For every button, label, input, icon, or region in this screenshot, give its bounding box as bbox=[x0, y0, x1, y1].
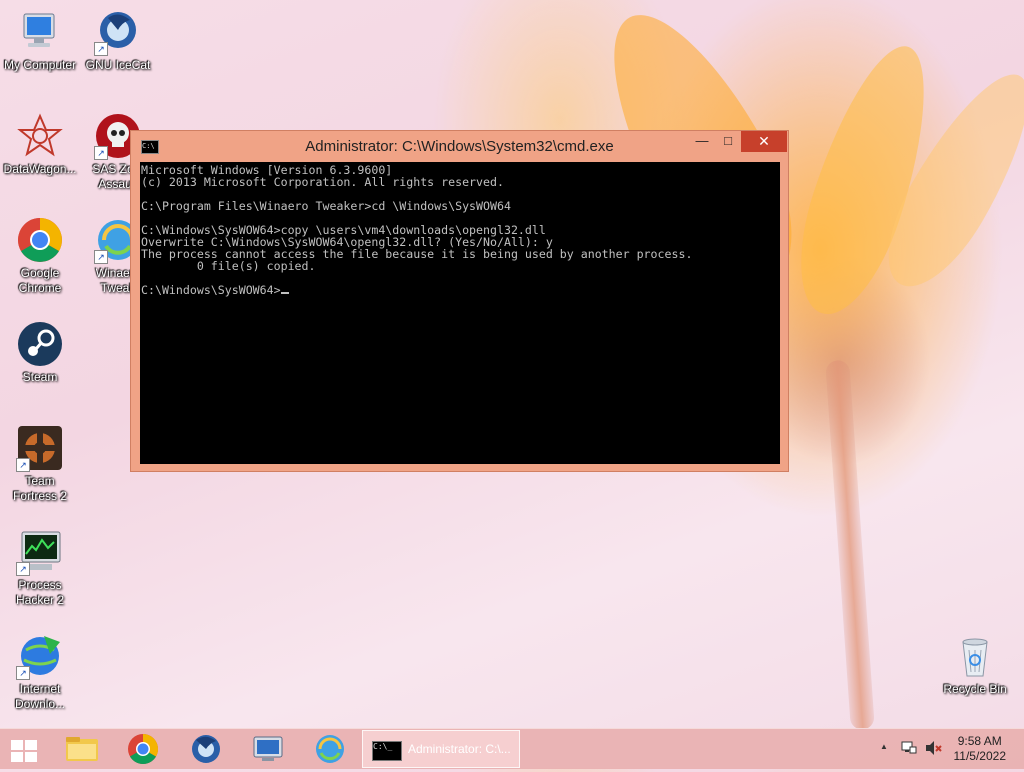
clock[interactable]: 9:58 AM 11/5/2022 bbox=[954, 734, 1007, 764]
title-bar[interactable]: C:\ Administrator: C:\Windows\System32\c… bbox=[131, 131, 788, 161]
minimize-button[interactable]: — bbox=[689, 131, 715, 152]
tf2-icon: ↗ bbox=[16, 424, 64, 472]
desktop-icon-label: Process Hacker 2 bbox=[15, 578, 65, 607]
taskbar-winaero[interactable] bbox=[302, 731, 358, 767]
console-line: C:\Program Files\Winaero Tweaker>cd \Win… bbox=[141, 199, 511, 213]
icecat-icon: ↗ bbox=[94, 8, 142, 56]
shortcut-arrow-icon: ↗ bbox=[94, 42, 108, 56]
close-button[interactable]: ✕ bbox=[741, 131, 787, 152]
taskbar-chrome[interactable] bbox=[115, 731, 171, 767]
monitor-icon bbox=[253, 736, 283, 761]
desktop-icon-label: Internet Downlo... bbox=[14, 682, 66, 711]
start-button[interactable] bbox=[0, 731, 50, 767]
system-tray: ▲ 9:58 AM 11/5/2022 bbox=[864, 729, 1024, 769]
shortcut-arrow-icon: ↗ bbox=[16, 666, 30, 680]
winaero-icon bbox=[316, 735, 344, 763]
computer-icon bbox=[16, 8, 64, 56]
datawagon-icon bbox=[16, 112, 64, 160]
recycle-bin-icon bbox=[951, 632, 999, 680]
globe-download-icon: ↗ bbox=[16, 632, 64, 680]
desktop-icon-label: GNU IceCat bbox=[85, 58, 151, 72]
cmd-icon: C:\_ bbox=[372, 741, 402, 761]
taskbar-icecat[interactable] bbox=[178, 731, 234, 767]
console-prompt-line[interactable]: C:\Windows\SysWOW64> bbox=[141, 284, 780, 296]
show-hidden-icons-button[interactable]: ▲ bbox=[880, 742, 888, 751]
desktop-icon-gnu-icecat[interactable]: ↗ GNU IceCat bbox=[78, 8, 158, 73]
cmd-window[interactable]: C:\ Administrator: C:\Windows\System32\c… bbox=[130, 130, 789, 472]
console-prompt: C:\Windows\SysWOW64> bbox=[141, 283, 281, 297]
taskbar: C:\_ Administrator: C:\... ▲ 9:58 AM 11/… bbox=[0, 728, 1024, 769]
clock-date: 11/5/2022 bbox=[953, 749, 1007, 763]
shortcut-arrow-icon: ↗ bbox=[94, 250, 108, 264]
icecat-icon bbox=[192, 735, 220, 763]
console-line: (c) 2013 Microsoft Corporation. All righ… bbox=[141, 175, 504, 189]
console-line: 0 file(s) copied. bbox=[141, 259, 316, 273]
process-hacker-icon: ↗ bbox=[16, 528, 64, 576]
shortcut-arrow-icon: ↗ bbox=[16, 562, 30, 576]
desktop-icon-process-hacker-2[interactable]: ↗ Process Hacker 2 bbox=[0, 528, 80, 608]
windows-logo-icon bbox=[11, 740, 37, 762]
desktop-icon-my-computer[interactable]: My Computer bbox=[0, 8, 80, 73]
desktop-icon-label: Steam bbox=[22, 370, 58, 384]
folder-icon bbox=[66, 737, 98, 761]
maximize-button[interactable]: □ bbox=[715, 131, 741, 152]
desktop-icon-label: Recycle Bin bbox=[943, 682, 1007, 696]
desktop-icon-label: Google Chrome bbox=[18, 266, 62, 295]
taskbar-network-app[interactable] bbox=[240, 731, 296, 767]
taskbar-cmd-window[interactable]: C:\_ Administrator: C:\... bbox=[362, 730, 520, 768]
desktop-icon-internet-download-manager[interactable]: ↗ Internet Downlo... bbox=[0, 632, 80, 712]
taskbar-window-title: Administrator: C:\... bbox=[408, 742, 511, 756]
desktop-icon-recycle-bin[interactable]: Recycle Bin bbox=[935, 632, 1015, 697]
desktop-icon-datawagon[interactable]: DataWagon... bbox=[0, 112, 80, 177]
console-output[interactable]: Microsoft Windows [Version 6.3.9600] (c) … bbox=[140, 162, 780, 464]
desktop-icon-steam[interactable]: Steam bbox=[0, 320, 80, 385]
network-icon[interactable] bbox=[900, 739, 918, 757]
chrome-icon bbox=[128, 734, 159, 765]
steam-icon bbox=[16, 320, 64, 368]
desktop-icon-google-chrome[interactable]: Google Chrome bbox=[0, 216, 80, 296]
text-cursor bbox=[280, 292, 289, 294]
volume-muted-icon[interactable] bbox=[924, 739, 942, 757]
desktop-icon-label: My Computer bbox=[3, 58, 77, 72]
shortcut-arrow-icon: ↗ bbox=[94, 146, 108, 160]
taskbar-file-explorer[interactable] bbox=[54, 731, 110, 767]
desktop-icon-label: DataWagon... bbox=[3, 162, 77, 176]
desktop-icon-team-fortress-2[interactable]: ↗ Team Fortress 2 bbox=[0, 424, 80, 504]
clock-time: 9:58 AM bbox=[957, 734, 1002, 748]
chrome-icon bbox=[16, 216, 64, 264]
wallpaper-stem bbox=[825, 359, 875, 731]
desktop-icon-label: Team Fortress 2 bbox=[12, 474, 67, 503]
shortcut-arrow-icon: ↗ bbox=[16, 458, 30, 472]
